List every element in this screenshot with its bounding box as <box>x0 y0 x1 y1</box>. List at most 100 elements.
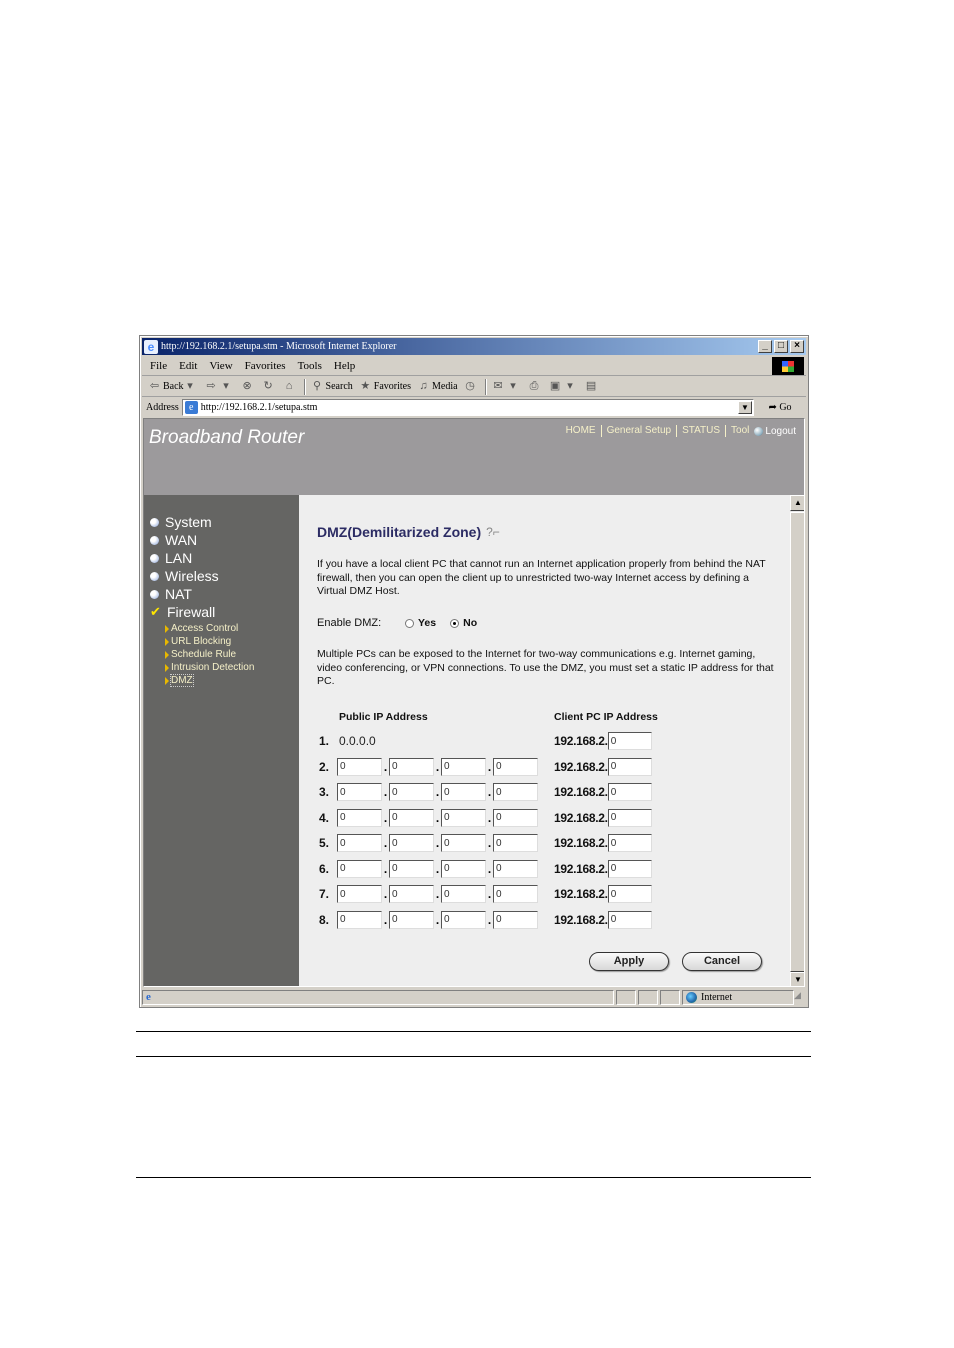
client-ip-last-octet[interactable] <box>607 808 652 827</box>
back-arrow-icon: ⇦ <box>149 380 160 392</box>
refresh-button[interactable]: ↻ <box>262 380 277 393</box>
client-ip-last-octet[interactable] <box>607 834 652 852</box>
client-ip-last-octet[interactable] <box>607 885 652 903</box>
home-button[interactable]: ⌂ <box>283 380 298 393</box>
scroll-thumb[interactable] <box>790 512 804 972</box>
row-number: 6. <box>319 861 330 876</box>
public-ip-octet-2[interactable] <box>389 885 434 903</box>
public-ip-octet-1[interactable] <box>337 783 382 801</box>
submenu-dmz[interactable]: DMZ <box>165 674 254 687</box>
client-ip-last-octet[interactable] <box>607 783 652 801</box>
print-button[interactable]: ⎙ <box>528 380 543 393</box>
go-button[interactable]: ➦ Go <box>754 402 806 413</box>
public-ip-octet-1[interactable] <box>337 757 382 776</box>
public-ip-octet-3[interactable] <box>441 834 486 852</box>
minimize-button[interactable]: _ <box>758 340 772 353</box>
forward-arrow-icon: ⇨ <box>206 380 216 392</box>
media-button[interactable]: ♫ Media <box>417 380 457 393</box>
client-ip-last-octet[interactable] <box>607 910 652 929</box>
apply-button[interactable]: Apply <box>589 952 669 971</box>
public-ip-octet-4[interactable] <box>493 910 538 929</box>
cancel-button[interactable]: Cancel <box>682 952 762 971</box>
public-ip-octet-3[interactable] <box>441 783 486 801</box>
ip-separator: . <box>435 861 440 876</box>
sidebar-item-lan[interactable]: LAN <box>150 549 254 567</box>
public-ip-octet-4[interactable] <box>493 757 538 776</box>
public-ip-octet-1[interactable] <box>337 834 382 852</box>
public-ip-octet-2[interactable] <box>389 757 434 776</box>
menu-file[interactable]: File <box>150 360 167 372</box>
radio-yes[interactable] <box>405 618 414 628</box>
stop-button[interactable]: ⊗ <box>241 380 256 393</box>
client-ip-last-octet[interactable] <box>607 732 652 750</box>
enable-dmz-no[interactable]: No <box>450 617 477 629</box>
public-ip-octet-1[interactable] <box>337 808 382 827</box>
public-ip-octet-3[interactable] <box>441 808 486 827</box>
public-ip-octet-4[interactable] <box>493 859 538 878</box>
public-ip-octet-3[interactable] <box>441 757 486 776</box>
client-ip-last-octet[interactable] <box>607 757 652 776</box>
public-ip-octet-4[interactable] <box>493 885 538 903</box>
public-ip-octet-4[interactable] <box>493 834 538 852</box>
edit-button[interactable]: ▣ ▾ <box>549 380 579 393</box>
sidebar-item-wan[interactable]: WAN <box>150 531 254 549</box>
discuss-button[interactable]: ▤ <box>585 380 600 393</box>
forward-button[interactable]: ⇨ ▾ <box>205 380 235 393</box>
enable-dmz-yes[interactable]: Yes <box>405 617 436 629</box>
enable-dmz-label: Enable DMZ: <box>317 617 382 629</box>
submenu-access-control[interactable]: Access Control <box>165 622 254 635</box>
public-ip-octet-2[interactable] <box>389 859 434 878</box>
submenu-intrusion-detection[interactable]: Intrusion Detection <box>165 661 254 674</box>
nav-status[interactable]: STATUS <box>677 425 727 437</box>
vertical-scrollbar[interactable]: ▲ ▼ <box>790 495 804 986</box>
public-ip-octet-1[interactable] <box>337 910 382 929</box>
scroll-down-button[interactable]: ▼ <box>790 972 804 986</box>
ip-separator: . <box>435 785 440 799</box>
public-ip-octet-3[interactable] <box>441 859 486 878</box>
address-input[interactable]: e http://192.168.2.1/setupa.stm ▼ <box>181 398 754 416</box>
row-number: 3. <box>319 785 330 799</box>
menu-help[interactable]: Help <box>334 360 355 372</box>
menu-edit[interactable]: Edit <box>179 360 197 372</box>
resize-grip-icon[interactable]: ◢ <box>794 990 806 1004</box>
public-ip-octet-2[interactable] <box>389 834 434 852</box>
public-ip-octet-4[interactable] <box>493 783 538 801</box>
radio-no[interactable] <box>450 618 460 628</box>
menu-view[interactable]: View <box>209 360 232 372</box>
sidebar-item-system[interactable]: System <box>150 513 254 531</box>
address-dropdown-button[interactable]: ▼ <box>738 400 752 414</box>
sidebar-item-nat[interactable]: NAT <box>150 585 254 603</box>
menu-favorites[interactable]: Favorites <box>245 360 286 372</box>
client-ip-last-octet[interactable] <box>607 859 652 878</box>
ip-separator: . <box>383 759 388 774</box>
maximize-button[interactable]: □ <box>774 340 788 353</box>
back-button[interactable]: ⇦ Back ▾ <box>148 380 199 393</box>
history-button[interactable]: ◷ <box>464 380 479 393</box>
public-ip-octet-2[interactable] <box>389 783 434 801</box>
sidebar-item-wireless[interactable]: Wireless <box>150 567 254 585</box>
nav-general-setup[interactable]: General Setup <box>602 425 678 437</box>
public-ip-octet-4[interactable] <box>493 808 538 827</box>
public-ip-octet-2[interactable] <box>389 910 434 929</box>
public-ip-octet-1[interactable] <box>337 885 382 903</box>
search-icon: ⚲ <box>313 380 322 392</box>
scroll-up-button[interactable]: ▲ <box>790 495 804 511</box>
submenu-schedule-rule[interactable]: Schedule Rule <box>165 648 254 661</box>
favorites-button[interactable]: ★ Favorites <box>359 380 411 393</box>
help-icon[interactable]: ?⌐ <box>486 525 500 539</box>
client-ip-cell: 192.168.2. <box>554 808 652 827</box>
public-ip-octet-2[interactable] <box>389 808 434 827</box>
mail-button[interactable]: ✉ ▾ <box>492 380 522 393</box>
nav-tool[interactable]: Tool <box>726 425 754 437</box>
close-button[interactable]: × <box>790 340 804 353</box>
menu-tools[interactable]: Tools <box>298 360 322 372</box>
public-ip-octet-3[interactable] <box>441 885 486 903</box>
nav-home[interactable]: HOME <box>561 425 602 437</box>
public-ip-octet-1[interactable] <box>337 859 382 878</box>
nav-logout[interactable]: Logout <box>765 426 796 437</box>
search-button[interactable]: ⚲ Search <box>311 380 353 393</box>
public-ip-octet-3[interactable] <box>441 910 486 929</box>
sidebar-item-firewall[interactable]: ✔ Firewall <box>150 603 254 621</box>
submenu-url-blocking[interactable]: URL Blocking <box>165 635 254 648</box>
status-bar: e Internet ◢ <box>142 989 806 1005</box>
